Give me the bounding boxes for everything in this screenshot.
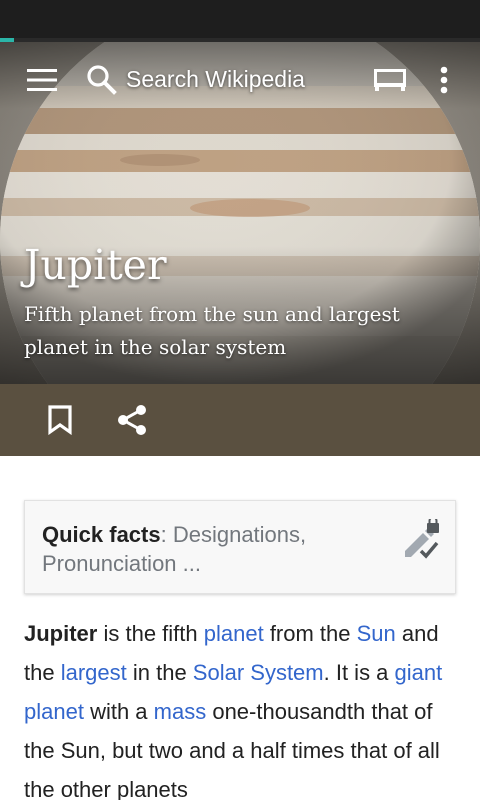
more-vert-icon <box>440 66 448 94</box>
search-icon[interactable] <box>84 62 120 98</box>
body-text: from the <box>263 621 357 646</box>
reading-lists-button[interactable] <box>366 56 414 104</box>
top-toolbar: Search Wikipedia <box>0 42 480 118</box>
link-largest[interactable]: largest <box>61 660 127 685</box>
link-planet[interactable]: planet <box>204 621 264 646</box>
body-text: . It is a <box>323 660 395 685</box>
search-input[interactable]: Search Wikipedia <box>126 66 305 93</box>
share-icon <box>118 405 146 435</box>
more-options-button[interactable] <box>424 56 464 104</box>
edit-locked-icon[interactable] <box>401 516 445 563</box>
link-sun[interactable]: Sun <box>357 621 396 646</box>
link-solar-system[interactable]: Solar System <box>193 660 324 685</box>
article-subject: Jupiter <box>24 621 98 646</box>
quick-facts-card[interactable]: Quick facts: Designations, Pronunciation… <box>24 500 456 594</box>
status-bar <box>0 0 480 40</box>
body-text: in the <box>126 660 193 685</box>
link-mass[interactable]: mass <box>154 699 207 724</box>
quick-facts-text: Quick facts: Designations, Pronunciation… <box>42 520 382 578</box>
bookmark-button[interactable] <box>36 396 84 444</box>
menu-button[interactable] <box>18 56 66 104</box>
article-title: Jupiter <box>24 241 167 289</box>
share-button[interactable] <box>108 396 156 444</box>
article-description: Fifth planet from the sun and largest pl… <box>24 302 400 359</box>
body-text: with a <box>83 699 154 724</box>
article-action-bar <box>0 384 480 456</box>
quick-facts-label: Quick facts <box>42 522 161 547</box>
bookmark-icon <box>48 405 72 435</box>
reading-lists-icon <box>374 69 406 91</box>
body-text: is the fifth <box>97 621 204 646</box>
quick-facts-separator: : <box>160 522 173 547</box>
article-body: Jupiter is the fifth planet from the Sun… <box>24 614 460 800</box>
hamburger-menu-icon <box>27 69 57 91</box>
